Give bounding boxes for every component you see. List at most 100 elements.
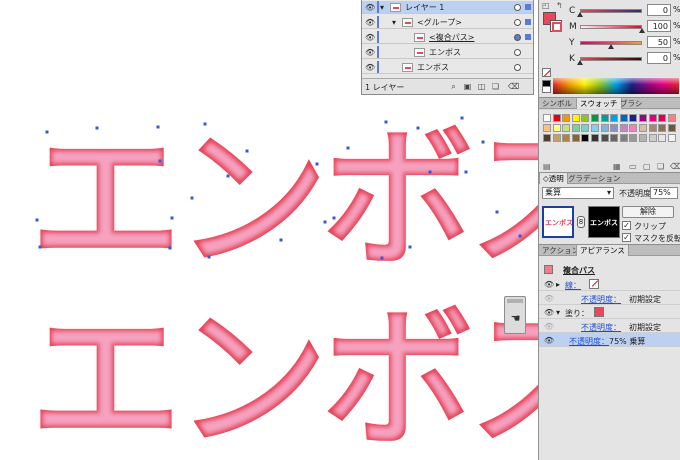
layer-row[interactable]: 👁 エンボス — [362, 46, 533, 59]
channel-value-input[interactable]: 0 — [647, 4, 671, 16]
eye-icon[interactable]: 👁 — [544, 280, 554, 289]
target-circle-icon[interactable] — [514, 4, 521, 11]
slider-knob[interactable] — [608, 44, 614, 49]
color-swatch[interactable] — [658, 114, 667, 122]
anchor-point[interactable] — [38, 245, 42, 249]
color-swatch[interactable] — [610, 114, 619, 122]
anchor-point[interactable] — [518, 234, 522, 238]
color-swatch[interactable] — [581, 124, 590, 132]
anchor-point[interactable] — [416, 126, 420, 130]
color-swatch[interactable] — [619, 124, 628, 132]
target-circle-icon[interactable] — [514, 19, 521, 26]
fill-swatch[interactable] — [594, 307, 604, 317]
channel-value-input[interactable]: 100 — [647, 20, 671, 32]
color-spectrum[interactable] — [553, 78, 679, 94]
color-swatch[interactable] — [600, 124, 609, 132]
layer-name[interactable]: <複合パス> — [429, 32, 474, 43]
selection-indicator[interactable] — [525, 34, 531, 40]
slider-knob[interactable] — [577, 12, 583, 17]
selection-indicator[interactable] — [525, 4, 531, 10]
anchor-point[interactable] — [315, 162, 319, 166]
color-swatch[interactable] — [552, 124, 561, 132]
color-swatch[interactable] — [639, 134, 647, 142]
channel-value-input[interactable]: 50 — [647, 36, 671, 48]
anchor-point[interactable] — [207, 255, 211, 259]
delete-swatch-icon[interactable]: ⌫ — [670, 162, 680, 171]
black-white-swatch[interactable] — [542, 80, 551, 93]
color-swatch[interactable] — [543, 134, 551, 142]
anchor-point[interactable] — [323, 220, 327, 224]
anchor-point[interactable] — [158, 159, 162, 163]
eye-icon[interactable]: 👁 — [544, 308, 554, 317]
fill-opacity-row[interactable]: 👁 不透明度： 初期設定 — [539, 319, 680, 333]
embossed-text-top[interactable]: エンボス — [30, 111, 540, 288]
anchor-point[interactable] — [346, 146, 350, 150]
color-swatch[interactable] — [552, 114, 561, 122]
color-swatch[interactable] — [658, 124, 667, 132]
layer-row[interactable]: 👁 <複合パス> — [362, 31, 533, 44]
target-circle-icon[interactable] — [514, 64, 521, 71]
new-layer-icon[interactable]: ❏ — [491, 82, 500, 91]
visibility-eye-icon[interactable]: 👁 — [365, 18, 375, 27]
color-swatch[interactable] — [629, 114, 638, 122]
color-swatch[interactable] — [629, 134, 638, 142]
color-swatch[interactable] — [648, 134, 657, 142]
fill-label[interactable]: 塗り： — [565, 308, 589, 319]
locate-object-icon[interactable]: ⌕ — [449, 82, 458, 91]
invert-mask-checkbox[interactable]: ✓ — [622, 233, 631, 242]
target-circle-icon[interactable] — [514, 34, 521, 41]
eye-icon[interactable]: 👁 — [544, 294, 554, 303]
collapse-arrow-icon[interactable]: ▾ — [556, 308, 560, 317]
channel-slider[interactable] — [580, 57, 642, 61]
anchor-point[interactable] — [408, 245, 412, 249]
blend-mode-select[interactable]: 乗算 — [542, 187, 614, 199]
trash-icon[interactable]: ⌫ — [508, 82, 519, 91]
channel-value-input[interactable]: 0 — [647, 52, 671, 64]
fill-opacity-label[interactable]: 不透明度： — [581, 322, 621, 333]
anchor-point[interactable] — [95, 126, 99, 130]
layer-row[interactable]: 👁 ▾ <グループ> — [362, 16, 533, 29]
color-swatch[interactable] — [639, 124, 647, 132]
anchor-point[interactable] — [279, 238, 283, 242]
selection-indicator[interactable] — [525, 19, 531, 25]
panel-grip[interactable] — [507, 299, 523, 303]
eye-icon[interactable]: 👁 — [544, 336, 554, 345]
color-swatch[interactable] — [600, 134, 609, 142]
visibility-eye-icon[interactable]: 👁 — [365, 33, 375, 42]
tab-brushes[interactable]: ブラシ — [617, 98, 645, 109]
color-swatch[interactable] — [571, 124, 580, 132]
tab-transparency[interactable]: ◇透明 — [539, 173, 568, 184]
floating-tool-panel[interactable]: ☚ — [504, 296, 526, 334]
object-thumbnail[interactable]: エンボス — [542, 206, 574, 238]
stroke-label[interactable]: 線： — [565, 280, 581, 291]
channel-slider[interactable] — [580, 9, 642, 13]
stroke-swatch[interactable] — [589, 279, 599, 289]
none-color-swatch[interactable] — [542, 68, 551, 77]
stroke-opacity-label[interactable]: 不透明度： — [581, 294, 621, 305]
anchor-point[interactable] — [156, 125, 160, 129]
anchor-point[interactable] — [380, 256, 384, 260]
color-swatch[interactable] — [648, 114, 657, 122]
layer-name[interactable]: レイヤー 1 — [405, 2, 444, 13]
hand-tool-icon[interactable]: ☚ — [509, 311, 522, 327]
show-kinds-icon[interactable]: ▦ — [613, 162, 621, 171]
slider-knob[interactable] — [577, 60, 583, 65]
new-sublayer-icon[interactable]: ◫ — [477, 82, 486, 91]
color-swatch[interactable] — [658, 134, 667, 142]
default-colors-icon[interactable]: ◰ — [542, 1, 550, 10]
anchor-point[interactable] — [170, 216, 174, 220]
anchor-point[interactable] — [245, 149, 249, 153]
color-swatch[interactable] — [610, 124, 619, 132]
anchor-point[interactable] — [495, 210, 499, 214]
color-swatch[interactable] — [543, 124, 551, 132]
layer-row[interactable]: 👁 エンボス — [362, 61, 533, 74]
color-swatch[interactable] — [591, 124, 599, 132]
color-swatch[interactable] — [581, 114, 590, 122]
color-swatch[interactable] — [667, 134, 676, 142]
release-mask-button[interactable]: 解除 — [622, 206, 674, 218]
anchor-point[interactable] — [464, 170, 468, 174]
color-swatch[interactable] — [571, 114, 580, 122]
anchor-point[interactable] — [168, 246, 172, 250]
color-swatch[interactable] — [543, 114, 551, 122]
tab-symbols[interactable]: シンボル — [539, 98, 575, 109]
